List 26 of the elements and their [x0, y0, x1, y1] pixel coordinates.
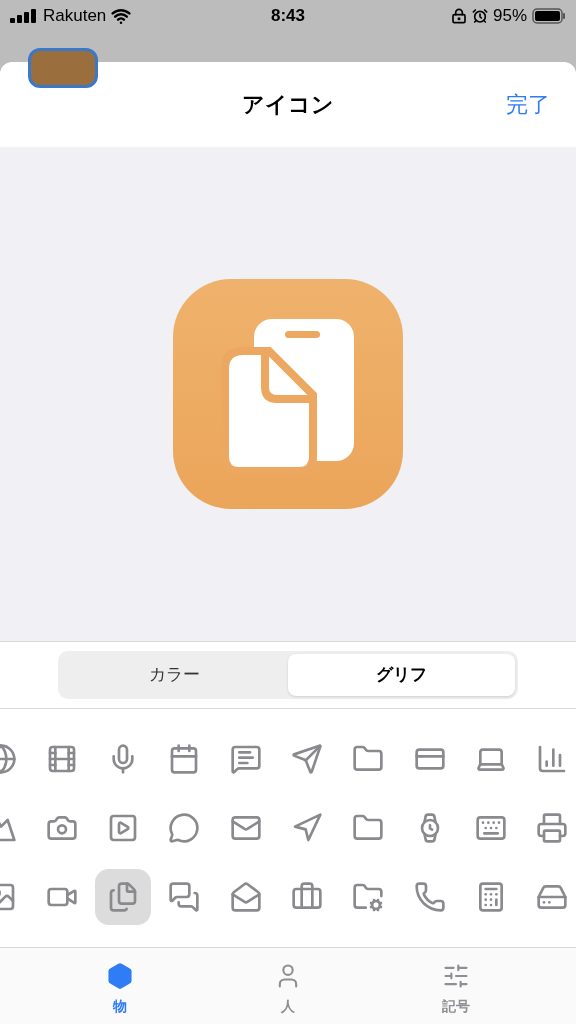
segment-tab[interactable]: カラー	[61, 654, 288, 696]
printer-icon	[536, 812, 569, 844]
battery-icon	[532, 8, 566, 24]
paper-plane-icon	[291, 743, 324, 775]
chat-bubbles-icon	[168, 881, 201, 913]
segment-tab[interactable]: グリフ	[288, 654, 515, 696]
folder-gear-icon	[352, 881, 385, 913]
done-button[interactable]: 完了	[506, 88, 550, 121]
navigation-icon	[291, 812, 324, 844]
tab-bar-item[interactable]: 物	[66, 962, 174, 1024]
app-icon	[28, 48, 98, 88]
clock-time: 8:43	[271, 5, 305, 28]
open-envelope-icon	[229, 881, 262, 913]
tab-bar-item[interactable]: 人	[234, 962, 342, 1024]
tab-bar-item[interactable]: 記号	[402, 962, 510, 1024]
carrier-name: Rakuten	[43, 5, 107, 28]
glyph-option[interactable]	[95, 869, 152, 925]
signal-icon	[10, 9, 38, 23]
speech-bubble-icon	[168, 812, 201, 844]
sliders-icon	[442, 962, 470, 990]
message-icon	[229, 743, 262, 775]
wifi-icon	[111, 6, 132, 26]
alarm-icon	[471, 8, 488, 24]
battery-percent: 95%	[492, 5, 527, 28]
phone-icon	[413, 881, 446, 913]
sheet-title: アイコン	[242, 91, 334, 119]
